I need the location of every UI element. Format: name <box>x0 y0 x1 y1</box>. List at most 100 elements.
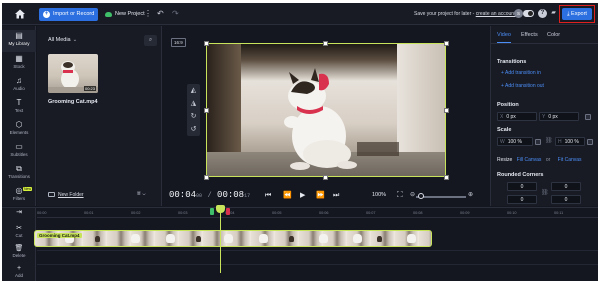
sidebar-item-elements[interactable]: ⬡ Elements <box>2 119 36 141</box>
timeline-tools: ⇥ ✂ Cut 🗑 Delete + Add <box>2 208 36 281</box>
tab-effects[interactable]: Effects <box>521 32 538 38</box>
chat-icon[interactable]: ▰ <box>549 9 558 18</box>
scale-width-checkbox[interactable] <box>535 139 541 145</box>
resize-handle[interactable] <box>323 175 328 180</box>
corner-bottom-left-field[interactable]: 0 <box>507 195 537 204</box>
flip-vertical-icon[interactable]: ◮ <box>187 97 200 110</box>
resize-handle[interactable] <box>444 108 449 113</box>
fill-canvas-link[interactable]: Fill Canvas <box>517 157 542 163</box>
zoom-percent[interactable]: 100% <box>372 192 386 198</box>
scale-height-field[interactable]: H 100 % <box>555 137 585 146</box>
create-account-link[interactable]: create an account <box>476 11 516 17</box>
more-options-icon[interactable]: ⋮ <box>144 9 152 19</box>
play-icon[interactable]: ▶ <box>300 191 305 200</box>
rotate-right-icon[interactable]: ↻ <box>187 110 200 123</box>
help-icon[interactable]: ? <box>538 9 547 18</box>
download-icon: ⤓ <box>567 11 570 17</box>
marker-red[interactable] <box>226 208 230 215</box>
marker-green[interactable] <box>210 208 214 215</box>
sidebar-item-transitions[interactable]: ⧉ Transitions <box>2 163 36 185</box>
clip-frame <box>166 234 175 243</box>
ruler-tick: 00:11 <box>554 211 564 215</box>
corner-top-right-field[interactable]: 0 <box>551 182 581 191</box>
resize-row: Resize Fill Canvas or Fit Canvas <box>497 157 582 163</box>
add-transition-in-link[interactable]: + Add transition in <box>501 70 541 76</box>
theme-toggle[interactable] <box>523 10 534 17</box>
avatar[interactable]: S <box>514 9 523 18</box>
y-label: Y <box>542 114 546 120</box>
new-folder-button[interactable]: New Folder <box>48 192 84 198</box>
sidebar-item-text[interactable]: T Text <box>2 97 36 119</box>
resize-handle[interactable] <box>323 41 328 46</box>
import-or-record-button[interactable]: + Import or Record <box>39 8 98 21</box>
ruler-tick: 00:09 <box>460 211 470 215</box>
rotate-left-icon[interactable]: ↺ <box>187 123 200 136</box>
flip-horizontal-icon[interactable]: ◭ <box>187 84 200 97</box>
video-preview[interactable] <box>206 43 446 177</box>
scale-width-field[interactable]: W 100 % <box>497 137 533 146</box>
add-transition-out-link[interactable]: + Add transition out <box>501 83 544 89</box>
sidebar-item-audio[interactable]: ♫ Audio <box>2 75 36 97</box>
position-x-field[interactable]: X0 px <box>497 112 537 121</box>
sidebar-item-filters[interactable]: ◎ Filters New <box>2 185 36 207</box>
corner-top-left-field[interactable]: 0 <box>507 182 537 191</box>
resize-handle[interactable] <box>444 175 449 180</box>
ruler-tick: 00:07 <box>366 211 376 215</box>
cut-button[interactable]: ✂ Cut <box>2 225 36 238</box>
sidebar-item-label: Elements <box>9 130 29 135</box>
tab-color[interactable]: Color <box>547 32 560 38</box>
sort-filter-icon[interactable]: ⩸ ⌄ <box>137 191 146 198</box>
search-icon[interactable]: ⌕ <box>144 35 157 46</box>
corner-bottom-right-field[interactable]: 0 <box>551 195 581 204</box>
sidebar-item-subtitles[interactable]: ▭ Subtitles <box>2 141 36 163</box>
save-message-text: Save your project for later - <box>414 11 475 17</box>
preview-stage: 16:9 ◭ ◮ ↻ ↺ 00:0400 / 00:0817 ⏮ ⏪ ▶ ⏩ ⏭… <box>163 26 489 206</box>
new-project-button[interactable]: New Project <box>105 9 145 20</box>
aspect-ratio-button[interactable]: 16:9 <box>171 38 186 47</box>
export-label: Export <box>571 11 587 17</box>
subtitles-icon: ▭ <box>15 142 23 151</box>
skip-to-start-icon[interactable]: ⏮ <box>265 191 271 200</box>
resize-handle[interactable] <box>204 41 209 46</box>
zoom-out-icon[interactable]: ⊖ <box>410 191 415 198</box>
zoom-in-icon[interactable]: ⊕ <box>468 191 473 198</box>
undo-icon[interactable]: ↶ <box>157 8 164 20</box>
export-button[interactable]: ⤓ Export <box>562 8 592 20</box>
chevron-down-icon: ⌄ <box>72 37 78 43</box>
rewind-icon[interactable]: ⏪ <box>283 191 292 200</box>
scale-height-checkbox[interactable] <box>587 139 593 145</box>
redo-icon[interactable]: ↷ <box>172 8 179 20</box>
timeline-ruler[interactable]: 00:00 00:01 00:02 00:03 00:04 00:05 00:0… <box>37 208 598 218</box>
sidebar-item-stock[interactable]: ▦ Stock <box>2 53 36 75</box>
fit-screen-icon[interactable]: ⛶ <box>397 190 403 200</box>
x-label: X <box>500 114 504 120</box>
position-lock-checkbox[interactable] <box>585 114 591 120</box>
fast-forward-icon[interactable]: ⏩ <box>316 191 325 200</box>
delete-button[interactable]: 🗑 Delete <box>2 245 36 258</box>
track-divider <box>37 264 598 265</box>
clip-frame <box>353 234 362 243</box>
fit-canvas-link[interactable]: Fit Canvas <box>558 157 582 163</box>
playhead[interactable] <box>216 205 225 273</box>
tab-video[interactable]: Video <box>497 32 511 43</box>
media-thumbnail[interactable]: 00:23 <box>48 54 98 93</box>
playhead-handle[interactable] <box>216 205 225 213</box>
ruler-tick: 00:02 <box>131 211 141 215</box>
home-icon[interactable] <box>14 8 26 20</box>
ruler-tick: 00:08 <box>413 211 423 215</box>
corner-link-icon[interactable]: ⛓ <box>541 189 549 196</box>
expand-timeline-icon[interactable]: ⇥ <box>2 209 36 217</box>
skip-to-end-icon[interactable]: ⏭ <box>333 191 339 200</box>
resize-handle[interactable] <box>444 41 449 46</box>
sidebar-item-my-library[interactable]: ▤ My Library <box>2 30 36 52</box>
position-y-field[interactable]: Y0 px <box>539 112 579 121</box>
resize-handle[interactable] <box>204 175 209 180</box>
zoom-slider-handle[interactable] <box>418 193 424 199</box>
media-filter-dropdown[interactable]: All Media ⌄ <box>48 37 77 43</box>
resize-handle[interactable] <box>204 108 209 113</box>
add-button[interactable]: + Add <box>2 265 36 278</box>
video-clip[interactable]: Grooming Cat.mp4 <box>34 230 432 247</box>
cut-label: Cut <box>15 233 23 238</box>
clip-frame <box>377 236 382 242</box>
aspect-lock-icon[interactable]: ⛓ <box>545 137 553 144</box>
